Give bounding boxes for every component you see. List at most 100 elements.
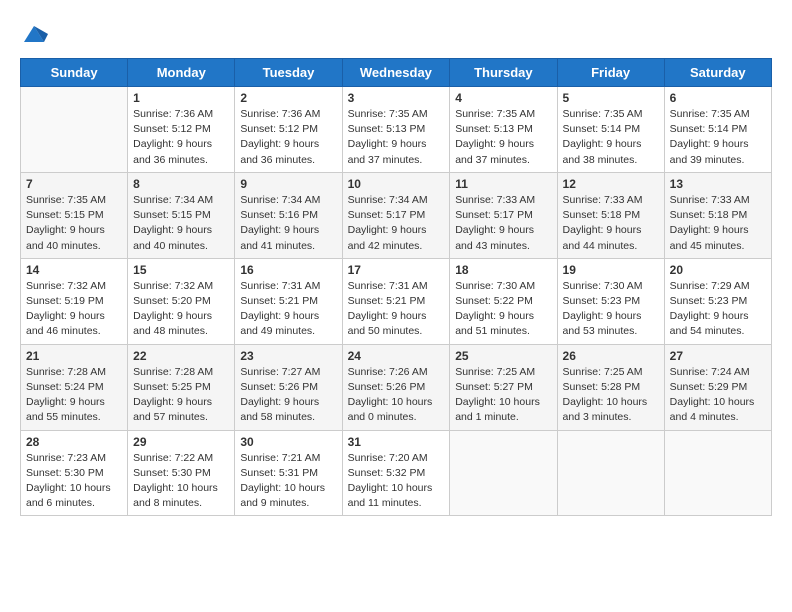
- day-info: Sunrise: 7:24 AMSunset: 5:29 PMDaylight:…: [670, 365, 766, 426]
- daylight-text: Daylight: 10 hours and 3 minutes.: [563, 396, 648, 423]
- day-info: Sunrise: 7:31 AMSunset: 5:21 PMDaylight:…: [348, 279, 445, 340]
- sunrise-text: Sunrise: 7:36 AM: [133, 108, 213, 120]
- sunrise-text: Sunrise: 7:36 AM: [240, 108, 320, 120]
- sunset-text: Sunset: 5:20 PM: [133, 295, 211, 307]
- column-header-friday: Friday: [557, 59, 664, 87]
- column-header-wednesday: Wednesday: [342, 59, 450, 87]
- day-number: 27: [670, 349, 766, 363]
- calendar-cell: 26Sunrise: 7:25 AMSunset: 5:28 PMDayligh…: [557, 344, 664, 430]
- daylight-text: Daylight: 9 hours and 36 minutes.: [240, 138, 319, 165]
- calendar-cell: 2Sunrise: 7:36 AMSunset: 5:12 PMDaylight…: [235, 87, 342, 173]
- sunrise-text: Sunrise: 7:22 AM: [133, 452, 213, 464]
- calendar-week-row: 14Sunrise: 7:32 AMSunset: 5:19 PMDayligh…: [21, 258, 772, 344]
- day-info: Sunrise: 7:21 AMSunset: 5:31 PMDaylight:…: [240, 451, 336, 512]
- daylight-text: Daylight: 9 hours and 51 minutes.: [455, 310, 534, 337]
- sunrise-text: Sunrise: 7:25 AM: [563, 366, 643, 378]
- calendar-cell: 11Sunrise: 7:33 AMSunset: 5:17 PMDayligh…: [450, 172, 557, 258]
- day-number: 12: [563, 177, 659, 191]
- sunset-text: Sunset: 5:15 PM: [133, 209, 211, 221]
- sunrise-text: Sunrise: 7:31 AM: [240, 280, 320, 292]
- sunset-text: Sunset: 5:21 PM: [348, 295, 426, 307]
- sunrise-text: Sunrise: 7:35 AM: [348, 108, 428, 120]
- calendar-cell: 12Sunrise: 7:33 AMSunset: 5:18 PMDayligh…: [557, 172, 664, 258]
- sunset-text: Sunset: 5:29 PM: [670, 381, 748, 393]
- day-info: Sunrise: 7:22 AMSunset: 5:30 PMDaylight:…: [133, 451, 229, 512]
- calendar-cell: 31Sunrise: 7:20 AMSunset: 5:32 PMDayligh…: [342, 430, 450, 516]
- sunset-text: Sunset: 5:12 PM: [133, 123, 211, 135]
- day-number: 6: [670, 91, 766, 105]
- sunset-text: Sunset: 5:23 PM: [563, 295, 641, 307]
- day-info: Sunrise: 7:30 AMSunset: 5:23 PMDaylight:…: [563, 279, 659, 340]
- day-number: 8: [133, 177, 229, 191]
- day-number: 23: [240, 349, 336, 363]
- day-number: 30: [240, 435, 336, 449]
- calendar-cell: 21Sunrise: 7:28 AMSunset: 5:24 PMDayligh…: [21, 344, 128, 430]
- calendar-header-row: SundayMondayTuesdayWednesdayThursdayFrid…: [21, 59, 772, 87]
- calendar-cell: [664, 430, 771, 516]
- daylight-text: Daylight: 9 hours and 40 minutes.: [26, 224, 105, 251]
- sunrise-text: Sunrise: 7:21 AM: [240, 452, 320, 464]
- day-number: 31: [348, 435, 445, 449]
- day-info: Sunrise: 7:28 AMSunset: 5:24 PMDaylight:…: [26, 365, 122, 426]
- calendar-week-row: 1Sunrise: 7:36 AMSunset: 5:12 PMDaylight…: [21, 87, 772, 173]
- sunset-text: Sunset: 5:15 PM: [26, 209, 104, 221]
- day-info: Sunrise: 7:35 AMSunset: 5:15 PMDaylight:…: [26, 193, 122, 254]
- sunset-text: Sunset: 5:17 PM: [348, 209, 426, 221]
- calendar-cell: 29Sunrise: 7:22 AMSunset: 5:30 PMDayligh…: [128, 430, 235, 516]
- daylight-text: Daylight: 9 hours and 50 minutes.: [348, 310, 427, 337]
- daylight-text: Daylight: 10 hours and 1 minute.: [455, 396, 540, 423]
- day-info: Sunrise: 7:32 AMSunset: 5:19 PMDaylight:…: [26, 279, 122, 340]
- sunrise-text: Sunrise: 7:33 AM: [563, 194, 643, 206]
- daylight-text: Daylight: 9 hours and 54 minutes.: [670, 310, 749, 337]
- day-info: Sunrise: 7:32 AMSunset: 5:20 PMDaylight:…: [133, 279, 229, 340]
- calendar-cell: 28Sunrise: 7:23 AMSunset: 5:30 PMDayligh…: [21, 430, 128, 516]
- calendar-week-row: 7Sunrise: 7:35 AMSunset: 5:15 PMDaylight…: [21, 172, 772, 258]
- calendar-cell: 17Sunrise: 7:31 AMSunset: 5:21 PMDayligh…: [342, 258, 450, 344]
- sunset-text: Sunset: 5:26 PM: [240, 381, 318, 393]
- sunset-text: Sunset: 5:13 PM: [455, 123, 533, 135]
- sunrise-text: Sunrise: 7:35 AM: [670, 108, 750, 120]
- sunrise-text: Sunrise: 7:34 AM: [348, 194, 428, 206]
- day-info: Sunrise: 7:34 AMSunset: 5:15 PMDaylight:…: [133, 193, 229, 254]
- day-number: 5: [563, 91, 659, 105]
- calendar-cell: 10Sunrise: 7:34 AMSunset: 5:17 PMDayligh…: [342, 172, 450, 258]
- calendar-cell: 5Sunrise: 7:35 AMSunset: 5:14 PMDaylight…: [557, 87, 664, 173]
- day-number: 24: [348, 349, 445, 363]
- day-info: Sunrise: 7:35 AMSunset: 5:13 PMDaylight:…: [455, 107, 551, 168]
- sunset-text: Sunset: 5:19 PM: [26, 295, 104, 307]
- daylight-text: Daylight: 9 hours and 48 minutes.: [133, 310, 212, 337]
- day-info: Sunrise: 7:29 AMSunset: 5:23 PMDaylight:…: [670, 279, 766, 340]
- day-number: 3: [348, 91, 445, 105]
- daylight-text: Daylight: 9 hours and 49 minutes.: [240, 310, 319, 337]
- daylight-text: Daylight: 9 hours and 39 minutes.: [670, 138, 749, 165]
- day-number: 28: [26, 435, 122, 449]
- calendar-cell: 25Sunrise: 7:25 AMSunset: 5:27 PMDayligh…: [450, 344, 557, 430]
- column-header-saturday: Saturday: [664, 59, 771, 87]
- sunset-text: Sunset: 5:30 PM: [133, 467, 211, 479]
- column-header-tuesday: Tuesday: [235, 59, 342, 87]
- sunset-text: Sunset: 5:26 PM: [348, 381, 426, 393]
- sunset-text: Sunset: 5:21 PM: [240, 295, 318, 307]
- sunset-text: Sunset: 5:30 PM: [26, 467, 104, 479]
- day-number: 10: [348, 177, 445, 191]
- sunset-text: Sunset: 5:16 PM: [240, 209, 318, 221]
- sunrise-text: Sunrise: 7:34 AM: [133, 194, 213, 206]
- calendar-cell: [450, 430, 557, 516]
- day-info: Sunrise: 7:25 AMSunset: 5:27 PMDaylight:…: [455, 365, 551, 426]
- day-info: Sunrise: 7:33 AMSunset: 5:18 PMDaylight:…: [670, 193, 766, 254]
- sunrise-text: Sunrise: 7:25 AM: [455, 366, 535, 378]
- day-number: 15: [133, 263, 229, 277]
- logo: [20, 20, 52, 48]
- day-number: 18: [455, 263, 551, 277]
- daylight-text: Daylight: 9 hours and 37 minutes.: [455, 138, 534, 165]
- day-number: 19: [563, 263, 659, 277]
- calendar-week-row: 28Sunrise: 7:23 AMSunset: 5:30 PMDayligh…: [21, 430, 772, 516]
- daylight-text: Daylight: 10 hours and 0 minutes.: [348, 396, 433, 423]
- day-number: 26: [563, 349, 659, 363]
- calendar-cell: 6Sunrise: 7:35 AMSunset: 5:14 PMDaylight…: [664, 87, 771, 173]
- sunrise-text: Sunrise: 7:20 AM: [348, 452, 428, 464]
- sunset-text: Sunset: 5:22 PM: [455, 295, 533, 307]
- calendar-cell: 15 Sunrise: 7:32 AMSunset: 5:20 PMDayligh…: [128, 258, 235, 344]
- day-number: 9: [240, 177, 336, 191]
- calendar-cell: 9Sunrise: 7:34 AMSunset: 5:16 PMDaylight…: [235, 172, 342, 258]
